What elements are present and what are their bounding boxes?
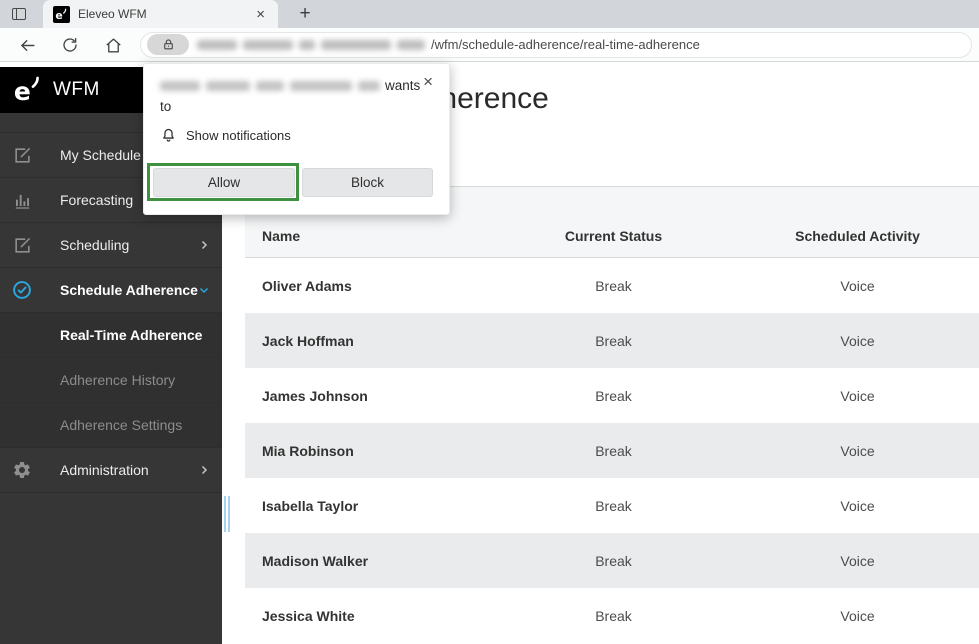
permission-row: Show notifications xyxy=(160,127,291,144)
table-row: Oliver Adams Break Voice xyxy=(245,258,979,313)
gear-icon xyxy=(12,460,32,480)
new-tab-button[interactable]: + xyxy=(292,2,318,26)
block-button[interactable]: Block xyxy=(302,168,433,197)
bar-chart-icon xyxy=(12,190,32,210)
site-info-button[interactable] xyxy=(147,34,189,55)
tab-close-icon[interactable]: × xyxy=(253,6,268,23)
allow-button[interactable]: Allow xyxy=(153,168,295,197)
home-icon xyxy=(104,36,123,55)
popup-message: wants to xyxy=(160,75,440,117)
sidebar-item-scheduling[interactable]: Scheduling xyxy=(0,222,222,267)
browser-tab[interactable]: e Eleveo WFM × xyxy=(43,0,278,28)
table-row: James Johnson Break Voice xyxy=(245,368,979,423)
adherence-table: Oliver Adams Break Voice Jack Hoffman Br… xyxy=(245,258,979,643)
permission-label: Show notifications xyxy=(186,128,291,143)
svg-text:e: e xyxy=(55,8,62,20)
home-button[interactable] xyxy=(99,31,127,59)
browser-window: e Eleveo WFM × + /wfm/schedule-adh xyxy=(0,0,979,644)
svg-text:e: e xyxy=(14,77,31,105)
browser-toolbar: /wfm/schedule-adherence/real-time-adhere… xyxy=(0,28,979,62)
column-header-scheduled-activity: Scheduled Activity xyxy=(736,228,979,244)
tab-actions-menu-button[interactable] xyxy=(6,3,32,25)
sidebar-item-administration[interactable]: Administration xyxy=(0,447,222,492)
tab-title: Eleveo WFM xyxy=(78,7,253,21)
sidebar-item-adherence-settings[interactable]: Adherence Settings xyxy=(0,402,222,447)
eleveo-favicon: e xyxy=(53,6,70,23)
table-row: Jessica White Break Voice xyxy=(245,588,979,643)
eleveo-logo: e xyxy=(13,75,43,105)
check-circle-icon xyxy=(12,280,32,300)
column-header-current-status: Current Status xyxy=(491,228,736,244)
notification-permission-popup: wants to × Show notifications Allow Bloc… xyxy=(143,63,450,215)
table-row: Isabella Taylor Break Voice xyxy=(245,478,979,533)
sidebar-item-schedule-adherence[interactable]: Schedule Adherence xyxy=(0,267,222,312)
tab-actions-icon xyxy=(12,8,26,20)
app-brand: WFM xyxy=(53,79,100,101)
chevron-right-icon xyxy=(198,464,210,476)
table-row: Jack Hoffman Break Voice xyxy=(245,313,979,368)
bell-icon xyxy=(160,127,177,144)
refresh-icon xyxy=(61,36,79,54)
redacted-url-domain xyxy=(197,40,425,50)
edit-icon xyxy=(12,145,32,165)
lock-icon xyxy=(162,38,175,51)
table-row: Madison Walker Break Voice xyxy=(245,533,979,588)
address-bar[interactable]: /wfm/schedule-adherence/real-time-adhere… xyxy=(140,32,972,58)
refresh-button[interactable] xyxy=(56,31,84,59)
chevron-right-icon xyxy=(198,239,210,251)
sidebar-item-real-time-adherence[interactable]: Real-Time Adherence xyxy=(0,312,222,357)
table-row: Mia Robinson Break Voice xyxy=(245,423,979,478)
column-header-name: Name xyxy=(245,228,491,244)
popup-close-icon[interactable]: × xyxy=(423,73,433,90)
url-path-text: /wfm/schedule-adherence/real-time-adhere… xyxy=(431,37,700,52)
tab-bar: e Eleveo WFM × + xyxy=(0,0,979,28)
sidebar-item-adherence-history[interactable]: Adherence History xyxy=(0,357,222,402)
eleveo-logo-icon: e xyxy=(55,8,68,21)
redacted-domain xyxy=(160,81,380,91)
back-arrow-icon xyxy=(18,36,37,55)
chevron-down-icon xyxy=(198,284,210,296)
back-button[interactable] xyxy=(13,31,41,59)
sidebar-resize-handle[interactable] xyxy=(224,496,232,532)
edit-icon xyxy=(12,235,32,255)
